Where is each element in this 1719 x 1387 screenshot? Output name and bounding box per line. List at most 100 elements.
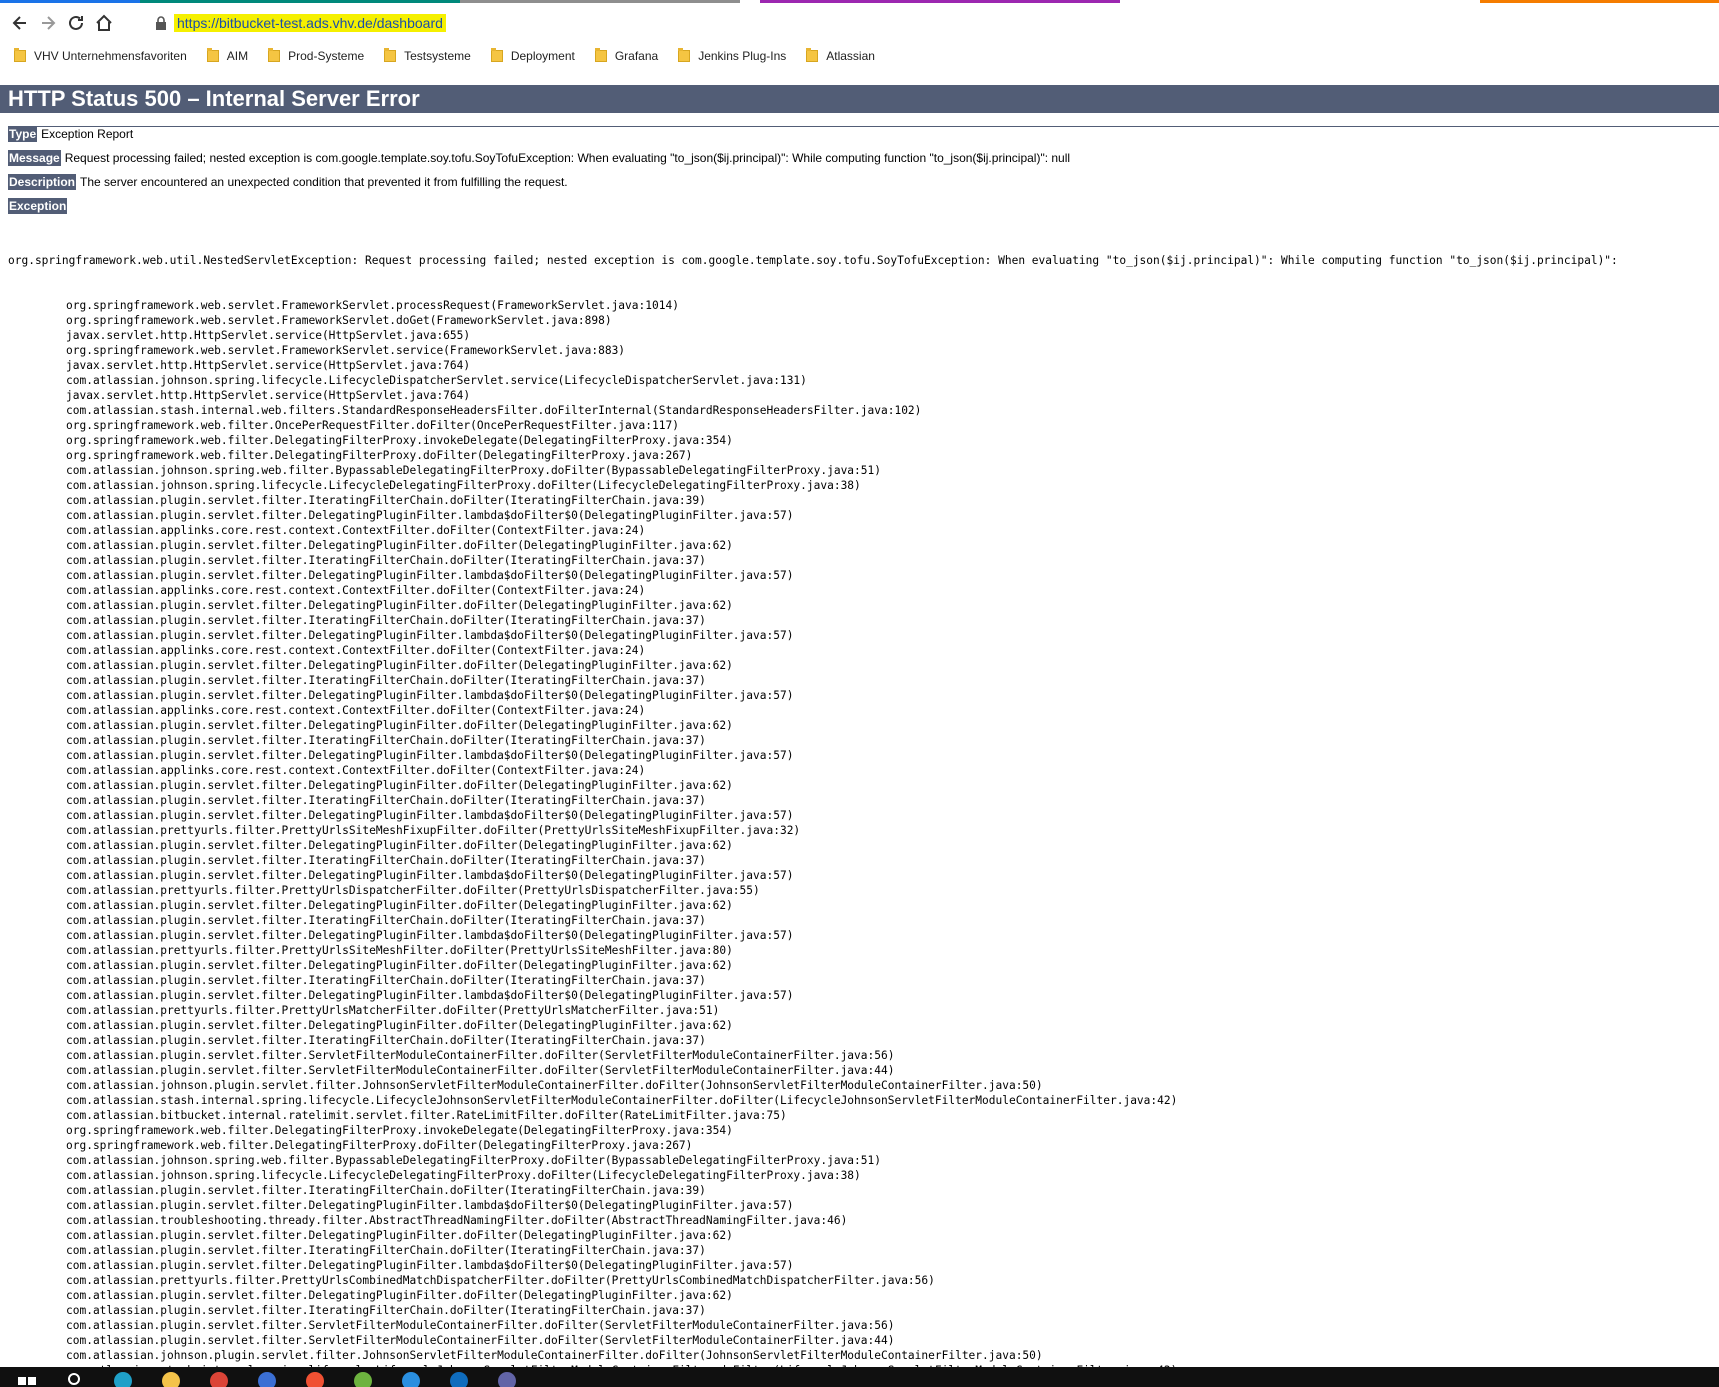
stack-frame: com.atlassian.plugin.servlet.filter.Dele… xyxy=(66,779,733,792)
stack-frame: org.springframework.web.filter.Delegatin… xyxy=(66,449,693,462)
description-label: Description xyxy=(8,174,77,190)
type-line: Type Exception Report xyxy=(8,126,133,142)
stack-frame: com.atlassian.plugin.servlet.filter.Dele… xyxy=(66,809,794,822)
stack-frame: com.atlassian.applinks.core.rest.context… xyxy=(66,524,646,537)
stack-frame: javax.servlet.http.HttpServlet.service(H… xyxy=(66,389,471,402)
forward-button[interactable] xyxy=(34,9,62,37)
back-button[interactable] xyxy=(6,9,34,37)
message-label: Message xyxy=(8,150,61,166)
vscode-icon[interactable] xyxy=(398,1367,424,1387)
windows-start-icon[interactable] xyxy=(14,1367,40,1387)
folder-icon xyxy=(14,48,26,62)
stack-frame: com.atlassian.plugin.servlet.filter.Iter… xyxy=(66,1184,706,1197)
folder-icon xyxy=(806,48,819,62)
bookmark-folder[interactable]: Testsysteme xyxy=(384,45,471,67)
stack-frame: com.atlassian.plugin.servlet.filter.Iter… xyxy=(66,794,706,807)
reload-button[interactable] xyxy=(62,9,90,37)
folder-icon xyxy=(268,48,281,62)
stack-frame: com.atlassian.applinks.core.rest.context… xyxy=(66,644,646,657)
page-title: HTTP Status 500 – Internal Server Error xyxy=(0,85,1719,113)
url-text[interactable]: https://bitbucket-test.ads.vhv.de/dashbo… xyxy=(174,14,446,32)
outlook-icon[interactable] xyxy=(446,1367,472,1387)
stack-frame: com.atlassian.plugin.servlet.filter.Iter… xyxy=(66,614,706,627)
bookmark-folder[interactable]: VHV Unternehmensfavoriten xyxy=(14,45,187,67)
bookmarks-bar: VHV Unternehmensfavoriten AIM Prod-Systeme… xyxy=(0,41,1719,71)
stack-frame: com.atlassian.applinks.core.rest.context… xyxy=(66,584,646,597)
bookmark-folder[interactable]: AIM xyxy=(206,45,249,67)
stack-frame: javax.servlet.http.HttpServlet.service(H… xyxy=(66,359,471,372)
exception-head: org.springframework.web.util.NestedServl… xyxy=(8,254,1618,267)
stack-frame: com.atlassian.stash.internal.spring.life… xyxy=(66,1094,1178,1107)
teams-icon[interactable] xyxy=(494,1367,520,1387)
stack-frame: com.atlassian.applinks.core.rest.context… xyxy=(66,704,646,717)
message-value: Request processing failed; nested except… xyxy=(64,151,1071,165)
arrow-right-icon xyxy=(42,16,56,30)
edge-icon[interactable] xyxy=(110,1367,136,1387)
bookmark-folder[interactable]: Grafana xyxy=(594,45,658,67)
stack-frame: com.atlassian.plugin.servlet.filter.Dele… xyxy=(66,989,794,1002)
stack-frame: org.springframework.web.servlet.Framewor… xyxy=(66,344,626,357)
stack-frame: com.atlassian.stash.internal.web.filters… xyxy=(66,404,922,417)
folder-icon xyxy=(206,48,219,62)
git-icon[interactable] xyxy=(302,1367,328,1387)
stack-frame: com.atlassian.johnson.spring.web.filter.… xyxy=(66,1154,881,1167)
spring-icon[interactable] xyxy=(350,1367,376,1387)
address-bar[interactable]: https://bitbucket-test.ads.vhv.de/dashbo… xyxy=(140,9,1719,37)
home-button[interactable] xyxy=(90,9,118,37)
remote-desktop-icon[interactable] xyxy=(254,1367,280,1387)
folder-icon xyxy=(678,48,691,62)
stack-frame: com.atlassian.johnson.plugin.servlet.fil… xyxy=(66,1079,1043,1092)
bookmark-label: VHV Unternehmensfavoriten xyxy=(34,49,187,63)
stack-frame: com.atlassian.plugin.servlet.filter.Serv… xyxy=(66,1049,895,1062)
stack-frame: com.atlassian.plugin.servlet.filter.Iter… xyxy=(66,674,706,687)
stack-frame: com.atlassian.plugin.servlet.filter.Dele… xyxy=(66,959,733,972)
stack-trace: org.springframework.web.util.NestedServl… xyxy=(8,223,1719,1367)
stack-frame: com.atlassian.applinks.core.rest.context… xyxy=(66,764,646,777)
bookmark-label: Atlassian xyxy=(826,49,875,63)
stack-frame: com.atlassian.plugin.servlet.filter.Dele… xyxy=(66,1229,733,1242)
stack-frame: org.springframework.web.filter.Delegatin… xyxy=(66,1124,733,1137)
stack-frame: com.atlassian.plugin.servlet.filter.Dele… xyxy=(66,899,733,912)
stack-frame: org.springframework.web.servlet.Framewor… xyxy=(66,299,679,312)
stack-frame: com.atlassian.prettyurls.filter.PrettyUr… xyxy=(66,824,801,837)
stack-frame: com.atlassian.johnson.spring.lifecycle.L… xyxy=(66,1169,861,1182)
arrow-left-icon xyxy=(12,16,26,30)
message-line: Message Request processing failed; neste… xyxy=(8,150,1070,166)
stack-frame: com.atlassian.plugin.servlet.filter.Dele… xyxy=(66,629,794,642)
bookmark-label: AIM xyxy=(226,49,249,63)
type-value: Exception Report xyxy=(41,127,134,141)
bookmark-folder[interactable]: Deployment xyxy=(490,45,575,67)
stack-frame: org.springframework.web.filter.OncePerRe… xyxy=(66,419,679,432)
exception-line: Exception xyxy=(8,198,71,214)
stack-frame: com.atlassian.plugin.servlet.filter.Dele… xyxy=(66,1199,794,1212)
folder-icon xyxy=(490,48,503,62)
stack-frame: com.atlassian.johnson.plugin.servlet.fil… xyxy=(66,1349,1043,1362)
stack-frame: org.springframework.web.servlet.Framewor… xyxy=(66,314,612,327)
stack-frame: com.atlassian.plugin.servlet.filter.Dele… xyxy=(66,1259,794,1272)
stack-frame: com.atlassian.plugin.servlet.filter.Iter… xyxy=(66,734,706,747)
exception-label: Exception xyxy=(8,198,68,214)
search-icon[interactable] xyxy=(62,1367,88,1387)
bookmark-folder[interactable]: Atlassian xyxy=(806,45,875,67)
bookmark-folder[interactable]: Prod-Systeme xyxy=(268,45,364,67)
windows-taskbar xyxy=(0,1367,1719,1387)
file-explorer-icon[interactable] xyxy=(158,1367,184,1387)
stack-frame: com.atlassian.plugin.servlet.filter.Dele… xyxy=(66,569,794,582)
chrome-icon[interactable] xyxy=(206,1367,232,1387)
stack-frame: com.atlassian.plugin.servlet.filter.Iter… xyxy=(66,914,706,927)
stack-frame: org.springframework.web.filter.Delegatin… xyxy=(66,434,733,447)
stack-frame: com.atlassian.plugin.servlet.filter.Dele… xyxy=(66,749,794,762)
folder-icon xyxy=(594,48,607,62)
stack-frame: com.atlassian.johnson.spring.lifecycle.L… xyxy=(66,374,807,387)
stack-frame: com.atlassian.plugin.servlet.filter.Iter… xyxy=(66,1304,706,1317)
stack-frame: com.atlassian.plugin.servlet.filter.Serv… xyxy=(66,1064,895,1077)
stack-frame: com.atlassian.prettyurls.filter.PrettyUr… xyxy=(66,944,733,957)
stack-frame: com.atlassian.plugin.servlet.filter.Iter… xyxy=(66,554,706,567)
stack-frame: com.atlassian.plugin.servlet.filter.Dele… xyxy=(66,719,733,732)
stack-frame: org.springframework.web.filter.Delegatin… xyxy=(66,1139,693,1152)
stack-frame: com.atlassian.plugin.servlet.filter.Dele… xyxy=(66,509,794,522)
stack-frame: com.atlassian.plugin.servlet.filter.Dele… xyxy=(66,599,733,612)
stack-frame: com.atlassian.plugin.servlet.filter.Dele… xyxy=(66,1019,733,1032)
stack-frame: com.atlassian.plugin.servlet.filter.Iter… xyxy=(66,974,706,987)
bookmark-folder[interactable]: Jenkins Plug-Ins xyxy=(678,45,786,67)
